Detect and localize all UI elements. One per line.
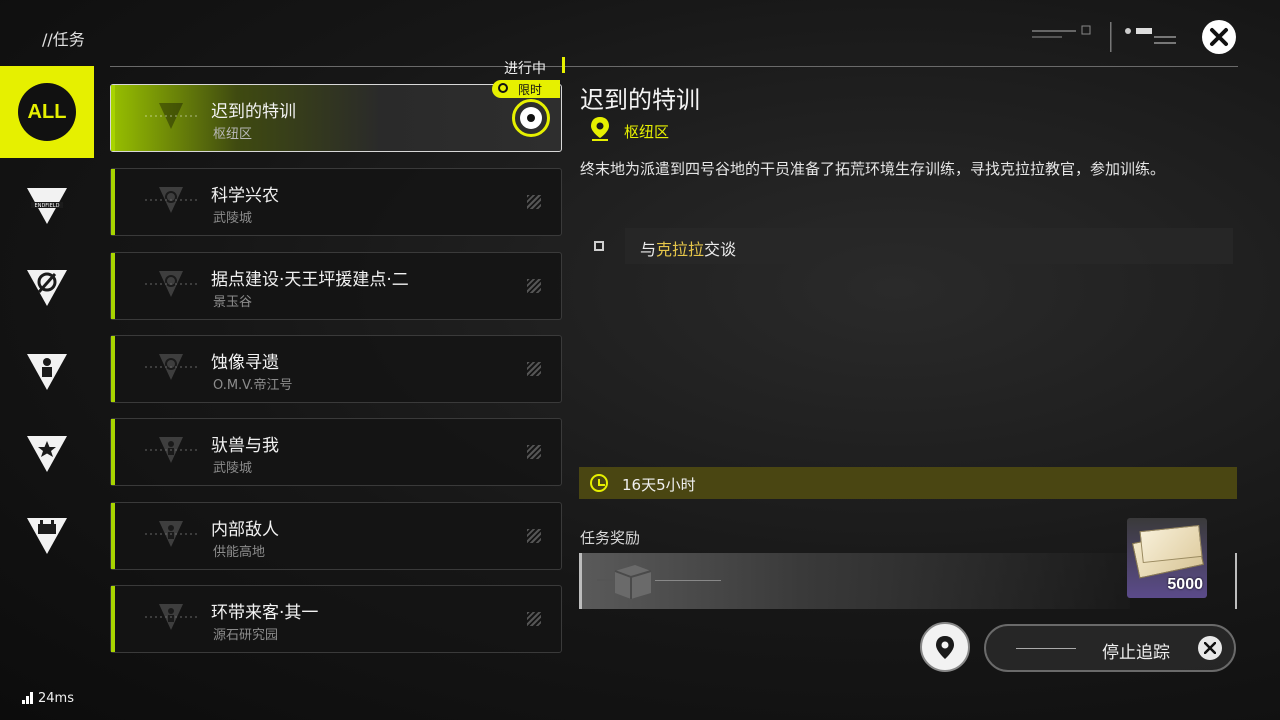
- quest-type-icon: [145, 604, 197, 630]
- quest-type-icon: [145, 103, 197, 129]
- quest-name: 环带来客·其一: [211, 603, 319, 623]
- star-icon: [27, 436, 67, 472]
- stop-icon: [1198, 636, 1222, 660]
- quest-type-icon: [145, 437, 197, 463]
- quest-type-icon: [145, 271, 197, 297]
- reward-strip-end: [1235, 553, 1237, 609]
- target-icon: [520, 107, 542, 129]
- ping-text: 24ms: [38, 691, 74, 706]
- person-icon: [27, 354, 67, 390]
- objective-text: 与克拉拉交谈: [640, 236, 736, 260]
- quest-detail-title: 迟到的特训: [580, 86, 700, 114]
- signal-icon: [22, 692, 33, 704]
- category-rail: ALL ENDFIELD: [0, 66, 94, 596]
- clock-icon: [498, 83, 508, 93]
- event-icon: [27, 518, 67, 554]
- quest-card[interactable]: 蚀像寻遗 O.M.V.帝江号: [110, 335, 562, 403]
- all-icon: ALL: [18, 83, 76, 141]
- quest-location: 源石研究园: [213, 628, 279, 643]
- quest-region: 枢纽区: [624, 123, 670, 141]
- limited-label: 限时: [518, 83, 543, 97]
- quest-location: 武陵城: [213, 211, 253, 226]
- quest-accent: [111, 503, 115, 569]
- rail-item-star[interactable]: [0, 410, 94, 498]
- quest-decoration: [527, 362, 541, 376]
- status-label: 进行中: [504, 61, 546, 77]
- map-pin-icon: [936, 636, 954, 659]
- objective-prefix: 与: [640, 240, 657, 259]
- page-title: //任务: [42, 30, 85, 49]
- rail-item-person[interactable]: [0, 328, 94, 416]
- quest-name: 据点建设·天王坪援建点·二: [211, 270, 409, 290]
- tracking-target-button[interactable]: [512, 99, 550, 137]
- quest-location: 供能高地: [213, 545, 266, 560]
- quest-decoration: [527, 612, 541, 626]
- stop-tracking-label: 停止追踪: [1102, 643, 1170, 663]
- reward-label: 任务奖励: [580, 529, 641, 547]
- stop-tracking-button[interactable]: 停止追踪: [984, 624, 1236, 672]
- location-pin-icon: [591, 117, 609, 141]
- compass-icon: [27, 270, 67, 306]
- banknote-icon: [1139, 524, 1203, 564]
- quest-card[interactable]: 据点建设·天王坪援建点·二 景玉谷: [110, 252, 562, 320]
- quest-decoration: [527, 445, 541, 459]
- quest-location: 武陵城: [213, 461, 253, 476]
- quest-decoration: [527, 279, 541, 293]
- quest-accent: [111, 169, 115, 235]
- close-button[interactable]: [1202, 20, 1236, 54]
- quest-name: 科学兴农: [211, 186, 279, 206]
- quest-type-icon: [145, 354, 197, 380]
- rail-item-all[interactable]: ALL: [0, 66, 94, 158]
- quest-description: 终末地为派遣到四号谷地的干员准备了拓荒环境生存训练，寻找克拉拉教官，参加训练。: [580, 160, 1166, 178]
- objective-suffix: 交谈: [704, 240, 737, 259]
- map-location-button[interactable]: [920, 622, 970, 672]
- reward-quantity: 5000: [1167, 576, 1203, 593]
- clock-icon: [590, 474, 608, 492]
- rail-item-compass[interactable]: [0, 244, 94, 332]
- quest-location: 枢纽区: [213, 127, 253, 142]
- objective-checkbox: [594, 241, 604, 251]
- quest-decoration: [527, 529, 541, 543]
- quest-card[interactable]: 环带来客·其一 源石研究园: [110, 585, 562, 653]
- quest-type-icon: [145, 187, 197, 213]
- quest-card[interactable]: 内部敌人 供能高地: [110, 502, 562, 570]
- hud-decoration: [1032, 22, 1176, 52]
- limited-badge: 限时: [492, 80, 560, 98]
- quest-accent: [111, 419, 115, 485]
- quest-card[interactable]: 驮兽与我 武陵城: [110, 418, 562, 486]
- rail-item-event[interactable]: [0, 492, 94, 580]
- quest-name: 迟到的特训: [211, 102, 296, 122]
- svg-text:ENDFIELD: ENDFIELD: [35, 203, 60, 209]
- quest-location: O.M.V.帝江号: [213, 378, 293, 393]
- reward-strip: [579, 553, 1130, 609]
- status-marker: [562, 57, 565, 73]
- quest-decoration: [527, 195, 541, 209]
- quest-name: 内部敌人: [211, 520, 279, 540]
- reward-item-cash-icon[interactable]: 5000: [1127, 518, 1207, 598]
- quest-accent: [111, 253, 115, 319]
- quest-name: 蚀像寻遗: [211, 353, 279, 373]
- endfield-icon: ENDFIELD: [27, 188, 67, 224]
- quest-accent: [111, 336, 115, 402]
- header-divider: [110, 66, 1238, 67]
- reward-box-icon: [597, 565, 652, 599]
- reward-arrow: [655, 580, 721, 581]
- objective-npc-name: 克拉拉: [656, 240, 705, 259]
- rail-item-endfield[interactable]: ENDFIELD: [0, 162, 94, 250]
- time-remaining-text: 16天5小时: [622, 476, 696, 494]
- quest-location: 景玉谷: [213, 295, 253, 310]
- quest-card[interactable]: 科学兴农 武陵城: [110, 168, 562, 236]
- quest-accent: [111, 85, 115, 151]
- quest-accent: [111, 586, 115, 652]
- quest-type-icon: [145, 521, 197, 547]
- button-decoration-line: [1016, 648, 1076, 649]
- close-icon: [1210, 28, 1228, 46]
- quest-name: 驮兽与我: [211, 436, 279, 456]
